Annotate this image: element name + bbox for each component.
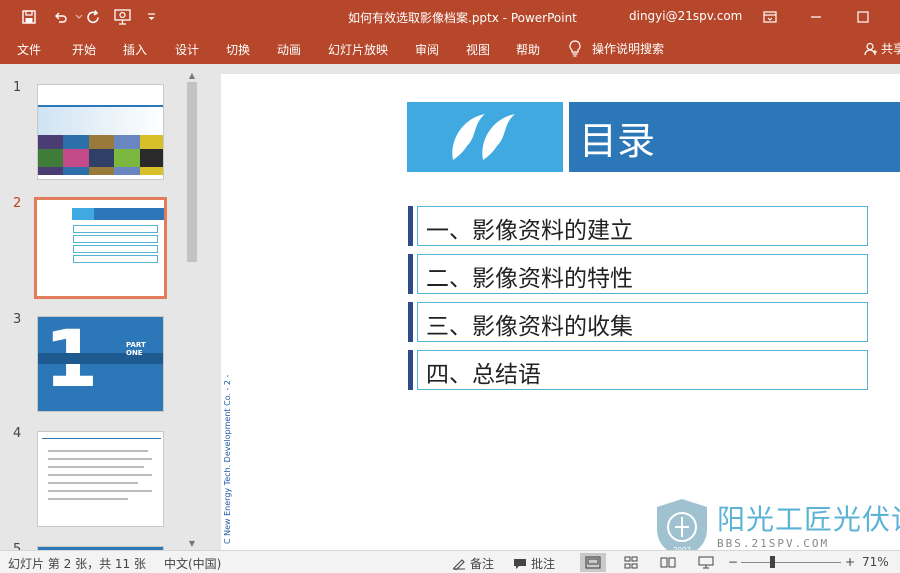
tab-transitions[interactable]: 切换 [226, 41, 250, 58]
scroll-down-arrow[interactable]: ▼ [184, 536, 200, 550]
slide-thumbnail-3[interactable]: 1 PART ONE [37, 316, 164, 412]
comment-icon [514, 558, 526, 569]
minimize-icon [811, 16, 821, 18]
toc-item-accent [408, 302, 413, 342]
tab-help[interactable]: 帮助 [516, 41, 540, 58]
customize-toolbar-button[interactable] [138, 0, 164, 34]
toc-item-box: 一、影像资料的建立 [417, 206, 868, 246]
toc-item-accent [408, 254, 413, 294]
zoom-in-button[interactable]: + [845, 555, 855, 569]
slideshow-view-button[interactable] [693, 553, 719, 572]
title-bar: 如何有效选取影像档案.pptx - PowerPoint dingyi@21sp… [0, 0, 900, 34]
tab-animations[interactable]: 动画 [277, 41, 301, 58]
notes-label: 备注 [470, 557, 495, 571]
thumbnail-number-active: 2 [13, 196, 22, 211]
user-account[interactable]: dingyi@21spv.com [629, 9, 742, 23]
slide-sorter-button[interactable] [618, 553, 644, 572]
tell-me-search[interactable]: 操作说明搜索 [568, 40, 664, 57]
scroll-up-arrow[interactable]: ▲ [184, 68, 200, 82]
reading-view-button[interactable] [655, 553, 681, 572]
save-icon [22, 10, 36, 24]
title-banner-logo [407, 102, 563, 172]
thumbnail-number: 4 [13, 426, 22, 441]
toc-item-box: 四、总结语 [417, 350, 868, 390]
slide-2[interactable]: C New Energy Tech. Development Co. - 2 -… [221, 74, 900, 550]
scrollbar-thumb[interactable] [187, 82, 197, 262]
toc-item-box: 三、影像资料的收集 [417, 302, 868, 342]
document-title: 如何有效选取影像档案.pptx - PowerPoint [348, 11, 577, 25]
language-status[interactable]: 中文(中国) [164, 555, 221, 572]
tell-me-label: 操作说明搜索 [592, 42, 665, 56]
tab-home[interactable]: 开始 [72, 41, 96, 58]
slide-editing-area: C New Energy Tech. Development Co. - 2 -… [205, 64, 900, 550]
thumbnail-number: 5 [13, 542, 22, 550]
lightbulb-icon [569, 40, 581, 57]
thumbnail-number: 1 [13, 80, 22, 95]
slide-thumbnail-2[interactable] [34, 197, 167, 299]
notes-button[interactable]: 备注 [452, 555, 494, 572]
normal-view-button[interactable] [580, 553, 606, 572]
share-person-icon [864, 42, 877, 55]
share-button[interactable]: 共享 [864, 40, 900, 57]
ribbon-tab-bar: 文件 开始 插入 设计 切换 动画 幻灯片放映 审阅 视图 帮助 操作说明搜索 … [0, 34, 900, 64]
slide-sorter-icon [624, 556, 638, 569]
zoom-slider-knob[interactable] [770, 556, 775, 568]
notes-icon [453, 558, 465, 570]
slide-thumbnail-pane: 1 2 3 1 PART ONE 4 5 ▲ [0, 64, 205, 550]
company-logo-icon [452, 114, 515, 160]
save-button[interactable] [16, 0, 42, 34]
toc-item-4[interactable]: 四、总结语 [408, 350, 868, 390]
redo-button[interactable] [80, 0, 106, 34]
title-banner: 目录 [566, 102, 900, 172]
zoom-slider[interactable] [741, 562, 841, 563]
slide-side-text: C New Energy Tech. Development Co. - 2 - [223, 374, 232, 544]
forum-shield-icon: 2007 [657, 499, 707, 550]
minimize-button[interactable] [793, 0, 839, 34]
slide-thumbnail-4[interactable] [37, 431, 164, 527]
ribbon-display-icon [763, 11, 777, 23]
toc-item-accent [408, 350, 413, 390]
maximize-button[interactable] [840, 0, 886, 34]
forum-watermark: 2007 阳光工匠光伏论坛 BBS.21SPV.COM [653, 497, 900, 550]
toc-item-label: 二、影像资料的特性 [426, 266, 633, 292]
tab-file[interactable]: 文件 [17, 41, 41, 58]
customize-icon [147, 12, 155, 20]
comments-button[interactable]: 批注 [513, 555, 555, 572]
slide-count-status[interactable]: 幻灯片 第 2 张，共 11 张 [8, 555, 146, 572]
slide-title: 目录 [579, 119, 656, 163]
thumbnail-number: 3 [13, 312, 22, 327]
ribbon-display-options-button[interactable] [747, 0, 793, 34]
toc-item-box: 二、影像资料的特性 [417, 254, 868, 294]
toc-item-2[interactable]: 二、影像资料的特性 [408, 254, 868, 294]
normal-view-icon [585, 556, 601, 569]
tab-design[interactable]: 设计 [175, 41, 199, 58]
toc-item-3[interactable]: 三、影像资料的收集 [408, 302, 868, 342]
toc-item-label: 四、总结语 [426, 362, 541, 388]
reading-view-icon [660, 557, 676, 568]
tab-view[interactable]: 视图 [466, 41, 490, 58]
start-presentation-button[interactable] [110, 0, 136, 34]
status-bar: 幻灯片 第 2 张，共 11 张 中文(中国) 备注 批注 − + 71% [0, 550, 900, 573]
toc-item-label: 一、影像资料的建立 [426, 218, 633, 244]
zoom-out-button[interactable]: − [728, 555, 738, 569]
tab-insert[interactable]: 插入 [123, 41, 147, 58]
slide-thumbnail-1[interactable] [37, 84, 164, 180]
forum-name: 阳光工匠光伏论坛 [717, 503, 900, 536]
toc-item-accent [408, 206, 413, 246]
maximize-icon [857, 11, 869, 23]
tab-review[interactable]: 审阅 [415, 41, 439, 58]
present-icon [114, 9, 131, 25]
zoom-level[interactable]: 71% [862, 555, 889, 569]
part-one-label: PART ONE [126, 341, 146, 357]
thumbnail-scrollbar[interactable]: ▲ ▼ [184, 68, 200, 550]
tab-slideshow[interactable]: 幻灯片放映 [328, 41, 388, 58]
slideshow-icon [698, 556, 714, 569]
toc-item-label: 三、影像资料的收集 [426, 314, 633, 340]
share-label: 共享 [881, 42, 900, 56]
toc-item-1[interactable]: 一、影像资料的建立 [408, 206, 868, 246]
forum-url: BBS.21SPV.COM [717, 537, 830, 550]
redo-icon [86, 9, 99, 23]
comments-label: 批注 [531, 557, 556, 571]
